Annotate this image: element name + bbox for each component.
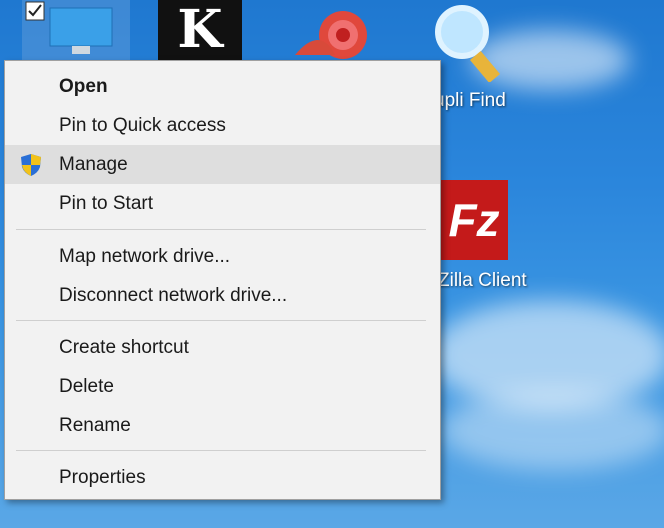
menu-item-pin-start[interactable]: Pin to Start xyxy=(5,184,440,223)
dupli-find-icon[interactable] xyxy=(430,2,510,83)
menu-item-label: Manage xyxy=(59,154,128,175)
menu-item-label: Disconnect network drive... xyxy=(59,285,288,306)
menu-item-map-network-drive[interactable]: Map network drive... xyxy=(5,237,440,276)
this-pc-icon[interactable] xyxy=(22,0,130,60)
menu-item-label: Pin to Start xyxy=(59,193,153,214)
menu-item-label: Rename xyxy=(59,415,131,436)
snail-app-icon[interactable] xyxy=(295,5,375,60)
magnifier-icon xyxy=(435,5,501,83)
wallpaper-cloud xyxy=(440,390,664,470)
menu-item-manage[interactable]: Manage xyxy=(5,145,440,184)
menu-item-open[interactable]: Open xyxy=(5,67,440,106)
menu-item-pin-quick-access[interactable]: Pin to Quick access xyxy=(5,106,440,145)
context-menu: Open Pin to Quick access Manage Pin to S… xyxy=(4,60,441,500)
menu-item-delete[interactable]: Delete xyxy=(5,367,440,406)
menu-item-label: Pin to Quick access xyxy=(59,115,226,136)
menu-item-disconnect-network-drive[interactable]: Disconnect network drive... xyxy=(5,276,440,315)
menu-item-create-shortcut[interactable]: Create shortcut xyxy=(5,328,440,367)
menu-item-label: Open xyxy=(59,76,108,97)
snail-shell-icon xyxy=(295,11,367,59)
filezilla-label: Zilla Client xyxy=(438,270,527,291)
menu-item-rename[interactable]: Rename xyxy=(5,406,440,445)
dupli-find-label: upli Find xyxy=(434,90,506,111)
menu-item-label: Map network drive... xyxy=(59,246,231,267)
monitor-icon xyxy=(25,1,113,54)
menu-item-label: Delete xyxy=(59,376,114,397)
menu-item-label: Create shortcut xyxy=(59,337,189,358)
menu-separator xyxy=(16,320,426,321)
menu-item-properties[interactable]: Properties xyxy=(5,458,440,497)
shield-icon xyxy=(21,154,41,176)
filezilla-icon[interactable]: Fz xyxy=(440,180,508,260)
fz-letters: Fz xyxy=(448,194,500,246)
k-letter: K xyxy=(177,0,223,60)
menu-separator xyxy=(16,229,426,230)
k-app-icon[interactable]: K xyxy=(158,0,242,60)
menu-separator xyxy=(16,450,426,451)
menu-item-label: Properties xyxy=(59,467,146,488)
